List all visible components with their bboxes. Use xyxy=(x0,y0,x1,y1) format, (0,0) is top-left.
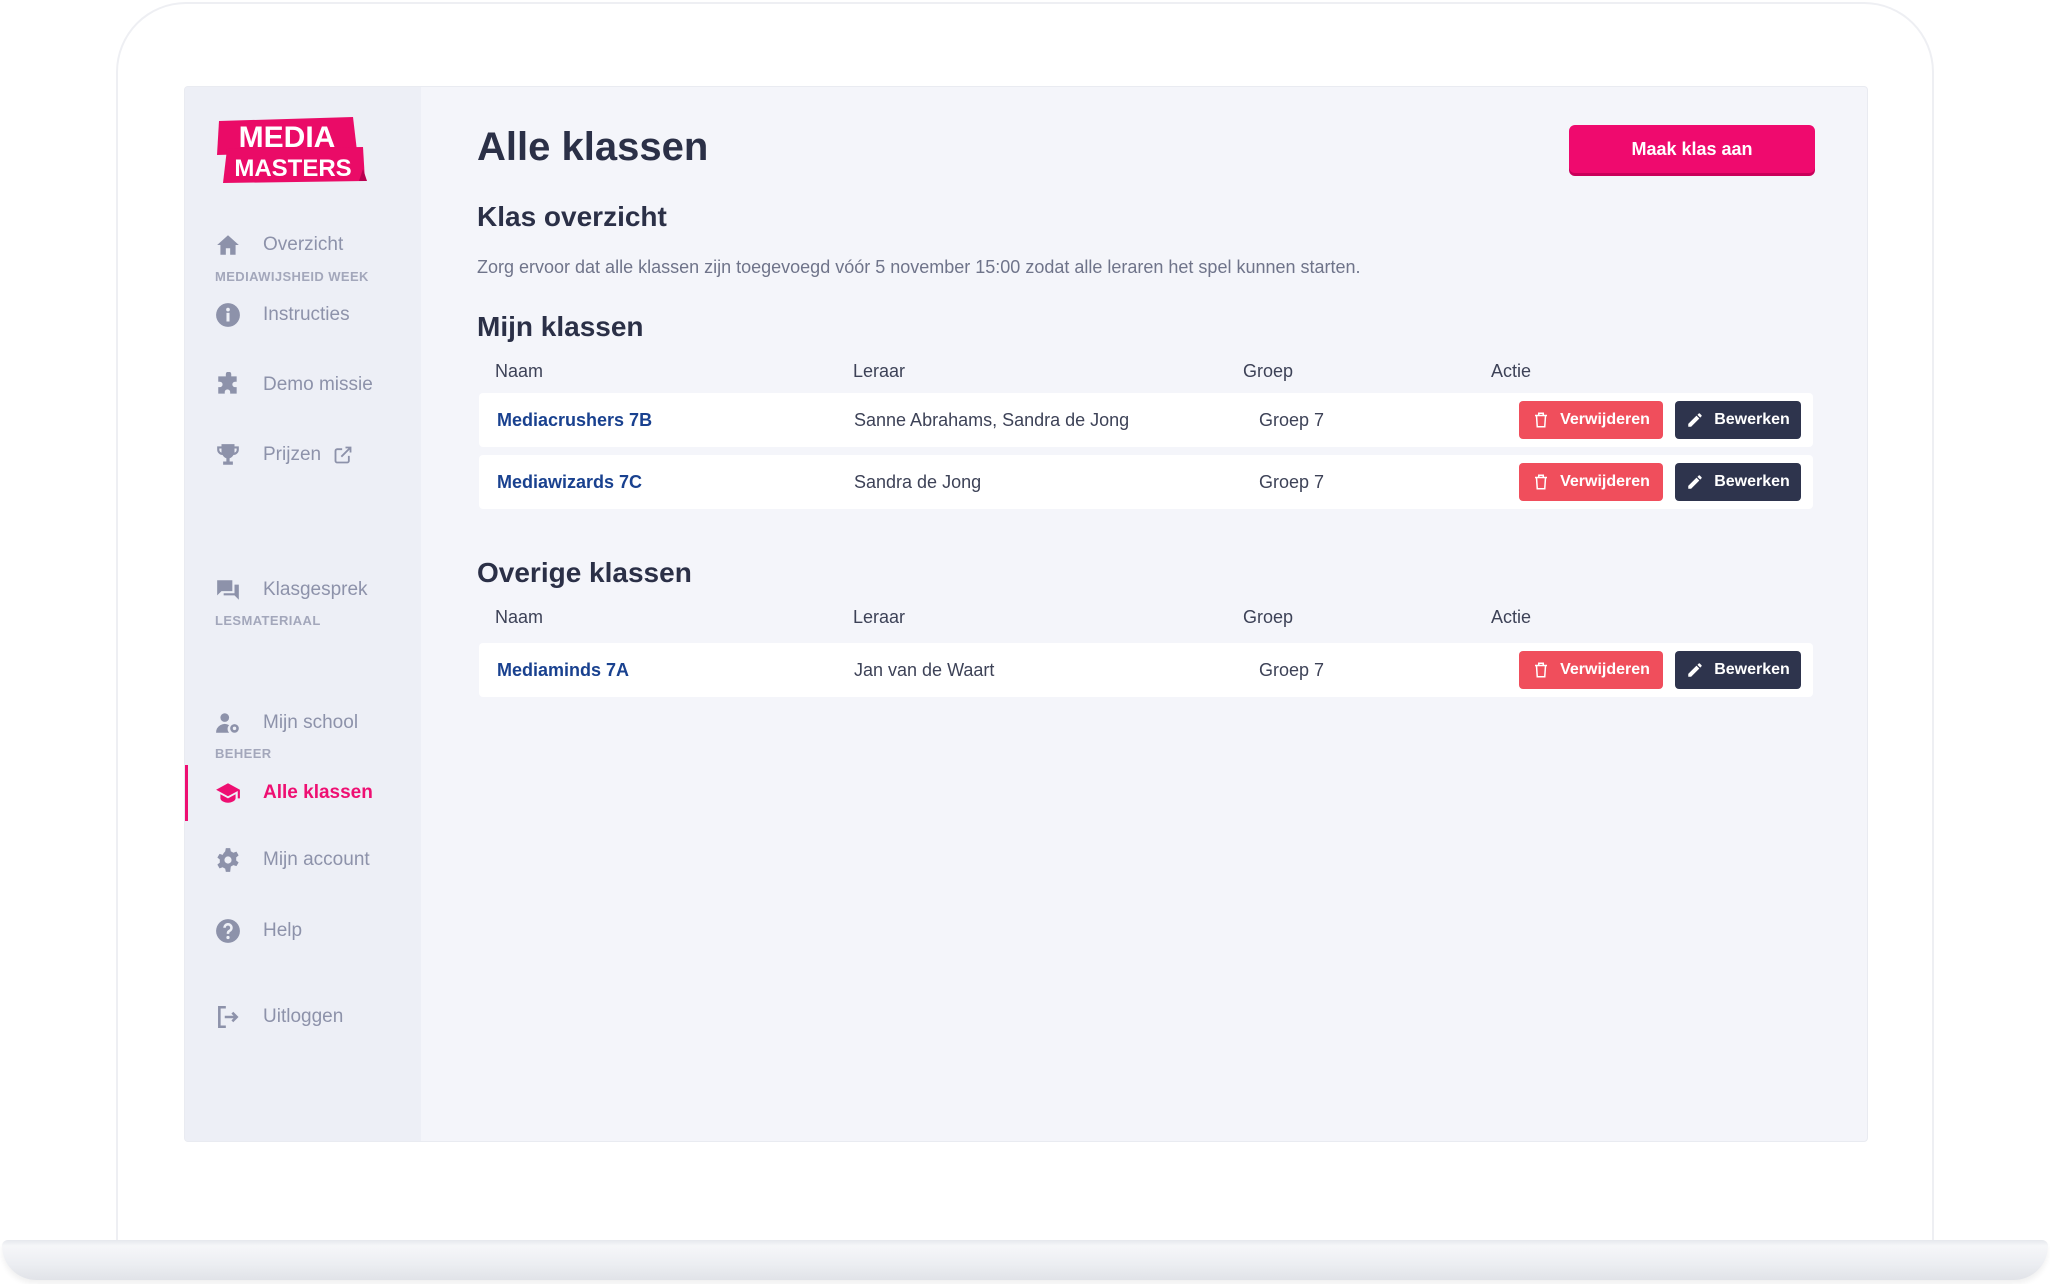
delete-button[interactable]: Verwijderen xyxy=(1519,401,1663,439)
edit-button[interactable]: Bewerken xyxy=(1675,463,1801,501)
column-header-action: Actie xyxy=(1491,361,1532,381)
sidebar-item-overzicht[interactable]: Overzicht xyxy=(185,217,421,273)
class-name-link[interactable]: Mediacrushers 7B xyxy=(497,393,652,447)
delete-button[interactable]: Verwijderen xyxy=(1519,651,1663,689)
sidebar-item-label: Instructies xyxy=(263,304,350,325)
sidebar-item-label: Prijzen xyxy=(263,444,322,465)
overview-description: Zorg ervoor dat alle klassen zijn toegev… xyxy=(477,257,1361,277)
edit-button[interactable]: Bewerken xyxy=(1675,651,1801,689)
main-content: Alle klassen Maak klas aan Klas overzich… xyxy=(421,87,1867,1141)
my-classes-title: Mijn klassen xyxy=(477,311,644,342)
class-teacher: Jan van de Waart xyxy=(854,659,995,680)
column-header-name: Naam xyxy=(495,607,544,627)
sidebar-item-klasgesprek[interactable]: Klasgesprek xyxy=(185,562,421,618)
sidebar-item-demo-missie[interactable]: Demo missie xyxy=(185,357,421,413)
column-header-name: Naam xyxy=(495,361,544,381)
info-icon xyxy=(215,302,241,328)
media-masters-logo[interactable]: MEDIA MASTERS xyxy=(213,117,367,183)
user-cog-icon xyxy=(215,710,241,736)
sidebar-item-label: Mijn account xyxy=(263,849,370,870)
logo-line2: MASTERS xyxy=(234,155,351,182)
chat-icon xyxy=(215,577,241,603)
graduation-cap-icon xyxy=(215,780,241,806)
delete-button-label: Verwijderen xyxy=(1560,411,1650,428)
sidebar-item-label: Overzicht xyxy=(263,234,344,255)
column-header-group: Groep xyxy=(1243,361,1294,381)
laptop-base-notch xyxy=(2,1240,2048,1246)
table-row: Mediawizards 7C Sandra de Jong Groep 7 V… xyxy=(479,455,1813,509)
sidebar-item-label: Klasgesprek xyxy=(263,579,368,600)
sidebar-item-instructies[interactable]: Instructies xyxy=(185,287,421,343)
gear-icon xyxy=(215,847,241,873)
delete-button-label: Verwijderen xyxy=(1560,473,1650,490)
table-row: Mediacrushers 7B Sanne Abrahams, Sandra … xyxy=(479,393,1813,447)
sidebar-item-help[interactable]: Help xyxy=(185,903,421,959)
edit-button-label: Bewerken xyxy=(1714,661,1790,678)
trash-icon xyxy=(1535,412,1548,428)
home-icon xyxy=(215,232,241,258)
class-group: Groep 7 xyxy=(1259,659,1325,680)
column-header-teacher: Leraar xyxy=(853,361,906,381)
question-icon xyxy=(215,918,241,944)
sidebar-item-alle-klassen[interactable]: Alle klassen xyxy=(185,765,421,821)
delete-button-label: Verwijderen xyxy=(1560,661,1650,678)
edit-button-label: Bewerken xyxy=(1714,473,1790,490)
class-teacher: Sanne Abrahams, Sandra de Jong xyxy=(854,409,1130,430)
page-title: Alle klassen xyxy=(477,125,709,169)
table-row: Mediaminds 7A Jan van de Waart Groep 7 V… xyxy=(479,643,1813,697)
sidebar-item-label: Demo missie xyxy=(263,374,373,395)
class-name-link[interactable]: Mediaminds 7A xyxy=(497,643,629,697)
logout-icon xyxy=(215,1004,241,1030)
trash-icon xyxy=(1535,474,1548,490)
sidebar-item-mijn-school[interactable]: Mijn school xyxy=(185,695,421,751)
pencil-icon xyxy=(1688,413,1702,427)
app-screen: MEDIA MASTERS MEDIAWIJSHEID WEEK Overzic… xyxy=(184,86,1868,1142)
create-class-button[interactable]: Maak klas aan xyxy=(1569,125,1815,173)
other-classes-title: Overige klassen xyxy=(477,557,692,588)
edit-button-label: Bewerken xyxy=(1714,411,1790,428)
overview-title: Klas overzicht xyxy=(477,201,667,232)
sidebar-item-uitloggen[interactable]: Uitloggen xyxy=(185,989,421,1045)
sidebar-item-label: Alle klassen xyxy=(263,782,373,803)
trash-icon xyxy=(1535,662,1548,678)
sidebar-item-label: Uitloggen xyxy=(263,1006,344,1027)
class-name-link[interactable]: Mediawizards 7C xyxy=(497,455,642,509)
class-teacher: Sandra de Jong xyxy=(854,471,982,492)
sidebar-item-label: Mijn school xyxy=(263,712,359,733)
external-link-icon xyxy=(333,445,353,465)
sidebar-item-mijn-account[interactable]: Mijn account xyxy=(185,832,421,888)
column-header-teacher: Leraar xyxy=(853,607,906,627)
delete-button[interactable]: Verwijderen xyxy=(1519,463,1663,501)
class-group: Groep 7 xyxy=(1259,471,1325,492)
laptop-base xyxy=(2,1240,2048,1280)
class-group: Groep 7 xyxy=(1259,409,1325,430)
pencil-icon xyxy=(1688,475,1702,489)
column-header-action: Actie xyxy=(1491,607,1532,627)
column-header-group: Groep xyxy=(1243,607,1294,627)
edit-button[interactable]: Bewerken xyxy=(1675,401,1801,439)
logo-line1: MEDIA xyxy=(239,121,336,154)
sidebar-item-prijzen[interactable]: Prijzen xyxy=(185,427,421,483)
sidebar: MEDIA MASTERS MEDIAWIJSHEID WEEK Overzic… xyxy=(185,87,421,1141)
sidebar-item-label: Help xyxy=(263,920,303,941)
trophy-icon xyxy=(215,442,241,468)
puzzle-icon xyxy=(215,372,241,398)
pencil-icon xyxy=(1688,663,1702,677)
